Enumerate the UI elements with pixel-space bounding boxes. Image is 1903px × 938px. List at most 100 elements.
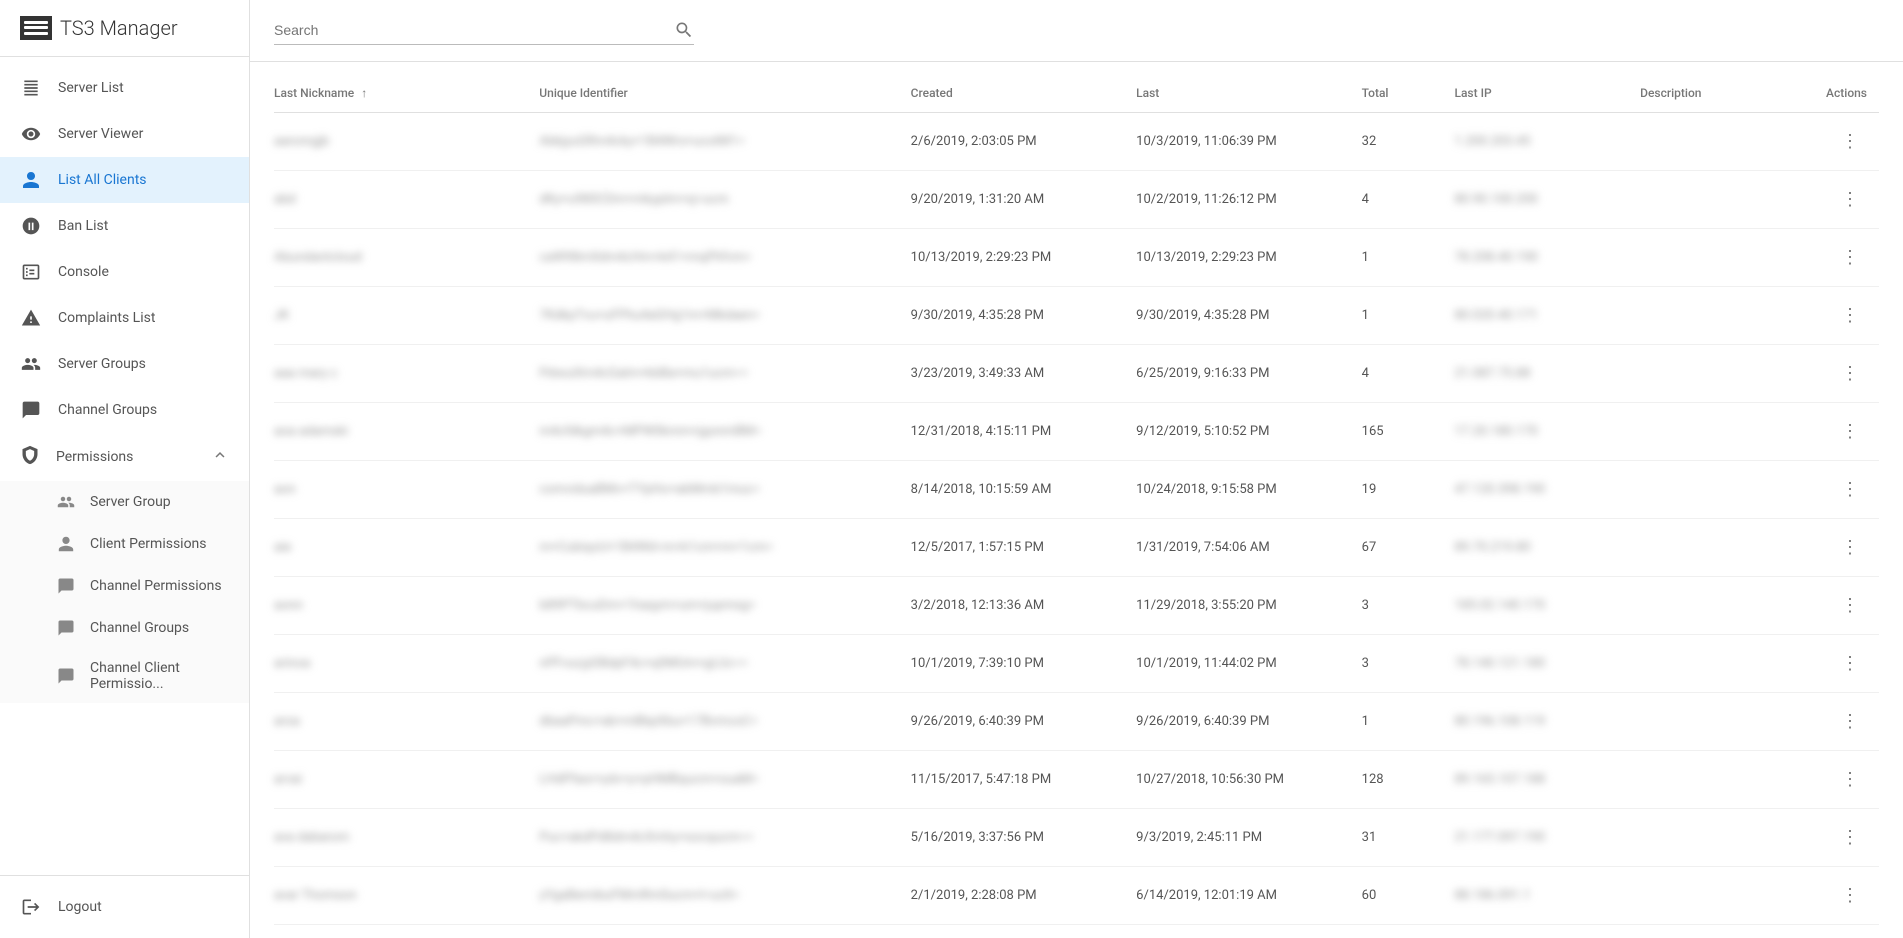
sidebar-sub-client-permissions[interactable]: Client Permissions	[0, 523, 249, 565]
server-icon	[20, 77, 42, 99]
person-icon	[20, 169, 42, 191]
cell-nickname: aoa adamski	[274, 403, 539, 461]
cell-uid: m+CubiqoU+1B4Wd=m+k1cm+m+1cm=	[539, 519, 910, 577]
cell-created: 5/16/2019, 3:37:56 PM	[911, 809, 1136, 867]
channel2-icon	[56, 576, 76, 596]
cell-last: 10/13/2019, 2:29:23 PM	[1136, 229, 1361, 287]
row-actions-button[interactable]: ⋮	[1833, 475, 1867, 504]
cell-total: 4	[1362, 171, 1455, 229]
cell-ip: 89.165.107.188	[1454, 751, 1640, 809]
cell-total: 32	[1362, 113, 1455, 171]
cell-last: 9/26/2019, 6:40:39 PM	[1136, 693, 1361, 751]
cell-actions[interactable]: ⋮	[1799, 345, 1879, 403]
cell-description	[1640, 577, 1799, 635]
cell-ip: 87.97.012.01	[1454, 925, 1640, 938]
row-actions-button[interactable]: ⋮	[1833, 359, 1867, 388]
cell-created: 3/23/2019, 3:49:33 AM	[911, 345, 1136, 403]
row-actions-button[interactable]: ⋮	[1833, 591, 1867, 620]
cell-created: 11/15/2017, 5:47:18 PM	[911, 751, 1136, 809]
cell-description	[1640, 693, 1799, 751]
col-header-description: Description	[1640, 78, 1799, 113]
cell-ip: 80.196.108.119	[1454, 693, 1640, 751]
sidebar-item-server-viewer[interactable]: Server Viewer	[0, 111, 249, 157]
group2-icon	[56, 492, 76, 512]
col-header-nickname[interactable]: Last Nickname ↑	[274, 78, 539, 113]
table-row: aaa mary c PdwuiXm4cGalm+kbBa+mu1ucm== 3…	[274, 345, 1879, 403]
sidebar-item-complaints-list[interactable]: Complaints List	[0, 295, 249, 341]
cell-uid: m4cfdkgm4c+MPW0kmm+jgonmBM=	[539, 403, 910, 461]
cell-actions[interactable]: ⋮	[1799, 925, 1879, 938]
cell-description	[1640, 403, 1799, 461]
cell-nickname: aaronrgjb	[274, 113, 539, 171]
row-actions-button[interactable]: ⋮	[1833, 533, 1867, 562]
sidebar-item-list-all-clients[interactable]: List All Clients	[0, 157, 249, 203]
sidebar-item-ban-list[interactable]: Ban List	[0, 203, 249, 249]
sidebar-item-server-groups[interactable]: Server Groups	[0, 341, 249, 387]
row-actions-button[interactable]: ⋮	[1833, 765, 1867, 794]
cell-uid: comviduaBMv+TYpHo+abMmb1muc=	[539, 461, 910, 519]
row-actions-button[interactable]: ⋮	[1833, 881, 1867, 910]
row-actions-button[interactable]: ⋮	[1833, 823, 1867, 852]
sidebar-sub-channel-client-permissions[interactable]: Channel Client Permissio...	[0, 649, 249, 703]
cell-actions[interactable]: ⋮	[1799, 113, 1879, 171]
row-actions-button[interactable]: ⋮	[1833, 301, 1867, 330]
sidebar-sub-server-group[interactable]: Server Group	[0, 481, 249, 523]
sidebar-item-channel-groups[interactable]: Channel Groups	[0, 387, 249, 433]
cell-description	[1640, 345, 1799, 403]
cell-last: 6/14/2019, 12:01:19 AM	[1136, 867, 1361, 925]
cell-last: 10/3/2019, 11:06:39 PM	[1136, 113, 1361, 171]
cell-description	[1640, 229, 1799, 287]
cell-actions[interactable]: ⋮	[1799, 519, 1879, 577]
cell-actions[interactable]: ⋮	[1799, 635, 1879, 693]
cell-created: 9/26/2019, 6:40:39 PM	[911, 693, 1136, 751]
row-actions-button[interactable]: ⋮	[1833, 707, 1867, 736]
cell-created: 8/14/2018, 10:15:59 AM	[911, 461, 1136, 519]
cell-last: 11/29/2018, 3:55:20 PM	[1136, 577, 1361, 635]
cell-nickname: arinoa	[274, 635, 539, 693]
search-button[interactable]	[674, 20, 694, 40]
clients-table-container: Last Nickname ↑ Unique Identifier Create…	[250, 62, 1903, 938]
cell-actions[interactable]: ⋮	[1799, 461, 1879, 519]
cell-nickname: ava dabarom	[274, 809, 539, 867]
sidebar-item-logout[interactable]: Logout	[0, 884, 249, 930]
row-actions-button[interactable]: ⋮	[1833, 649, 1867, 678]
cell-created: 12/31/2018, 4:15:11 PM	[911, 403, 1136, 461]
main-content: Last Nickname ↑ Unique Identifier Create…	[250, 0, 1903, 938]
cell-actions[interactable]: ⋮	[1799, 693, 1879, 751]
cell-actions[interactable]: ⋮	[1799, 403, 1879, 461]
sidebar-item-console[interactable]: Console	[0, 249, 249, 295]
sidebar-sub-channel-permissions[interactable]: Channel Permissions	[0, 565, 249, 607]
cell-total: 60	[1362, 867, 1455, 925]
permissions-header[interactable]: Permissions	[0, 433, 249, 481]
table-row: arvai LHdPfaor+ydv+y+pHMBqucm+ouaM= 11/1…	[274, 751, 1879, 809]
cell-actions[interactable]: ⋮	[1799, 229, 1879, 287]
channel-icon	[20, 399, 42, 421]
row-actions-button[interactable]: ⋮	[1833, 243, 1867, 272]
cell-actions[interactable]: ⋮	[1799, 809, 1879, 867]
cell-last: 9/30/2019, 4:35:28 PM	[1136, 287, 1361, 345]
cell-actions[interactable]: ⋮	[1799, 287, 1879, 345]
sidebar-nav: Server List Server Viewer List All Clien…	[0, 57, 249, 875]
cell-created: 2/1/2019, 2:28:08 PM	[911, 867, 1136, 925]
cell-actions[interactable]: ⋮	[1799, 577, 1879, 635]
sidebar-sub-channel-groups[interactable]: Channel Groups	[0, 607, 249, 649]
cell-actions[interactable]: ⋮	[1799, 171, 1879, 229]
row-actions-button[interactable]: ⋮	[1833, 127, 1867, 156]
sidebar-item-label: Ban List	[58, 218, 108, 234]
col-header-total: Total	[1362, 78, 1455, 113]
col-header-lastip: Last IP	[1454, 78, 1640, 113]
cell-ip: 1.200.203.45	[1454, 113, 1640, 171]
row-actions-button[interactable]: ⋮	[1833, 417, 1867, 446]
cell-uid: yYgaBemibuFMmRm0ucm+l=uclt=	[539, 867, 910, 925]
col-header-last: Last	[1136, 78, 1361, 113]
cell-description	[1640, 461, 1799, 519]
cell-actions[interactable]: ⋮	[1799, 751, 1879, 809]
permissions-submenu: Server Group Client Permissions Channel …	[0, 481, 249, 703]
cell-created: 9/20/2019, 1:31:20 AM	[911, 171, 1136, 229]
search-input[interactable]	[274, 22, 666, 38]
search-input-wrapper[interactable]	[274, 16, 694, 45]
row-actions-button[interactable]: ⋮	[1833, 185, 1867, 214]
cell-ip: 78.208.40.190	[1454, 229, 1640, 287]
cell-actions[interactable]: ⋮	[1799, 867, 1879, 925]
sidebar-item-server-list[interactable]: Server List	[0, 65, 249, 111]
